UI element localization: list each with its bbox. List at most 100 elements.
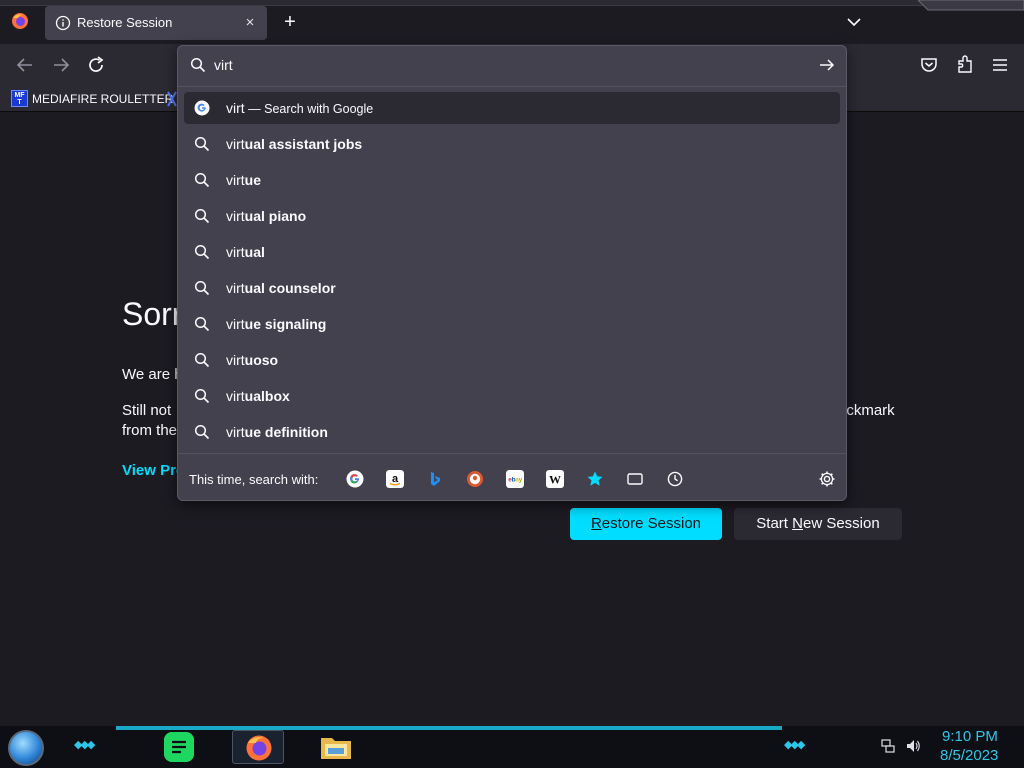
suggestion-row[interactable]: virtual counselor [184, 272, 840, 304]
start-button[interactable] [8, 730, 44, 766]
taskbar: ◆◆◆ ◆◆◆ 9:10 PM 8/5/2023 [0, 726, 1024, 768]
tab-restore-session[interactable]: Restore Session × [45, 6, 267, 40]
notes-app-icon[interactable] [164, 732, 194, 762]
search-icon [194, 280, 210, 296]
suggestion-text: virtual [226, 244, 265, 260]
taskbar-decoration-right: ◆◆◆ [784, 739, 805, 751]
suggestion-action: Search with Google [264, 102, 374, 116]
suggestion-typed: virt [226, 208, 245, 224]
google-icon [194, 100, 210, 116]
new-tab-button[interactable]: + [280, 12, 300, 32]
forward-arrow-icon[interactable] [50, 55, 72, 75]
suggestion-completion: ual piano [244, 208, 307, 224]
restore-label-after: estore Session [601, 515, 702, 532]
divider [178, 453, 846, 454]
search-icon [194, 316, 210, 332]
restore-session-button[interactable]: Restore Session [570, 508, 722, 540]
search-icon [190, 57, 206, 73]
suggestion-query: virt [226, 100, 245, 116]
start-new-label-after: ew Session [802, 515, 880, 532]
start-new-label-before: Start [756, 515, 793, 532]
suggestion-completion: ualbox [244, 388, 290, 404]
extensions-icon[interactable] [954, 55, 976, 75]
suggestion-completion: ual [244, 244, 265, 260]
volume-icon[interactable] [905, 738, 921, 754]
suggestion-row[interactable]: virtuoso [184, 344, 840, 376]
bookmarks-star-icon[interactable] [586, 470, 604, 488]
taskbar-decoration-left: ◆◆◆ [74, 739, 95, 751]
search-icon [194, 352, 210, 368]
search-icon [194, 388, 210, 404]
taskbar-firefox-button[interactable] [232, 730, 284, 764]
search-icon [194, 208, 210, 224]
start-new-session-button[interactable]: Start New Session [734, 508, 902, 540]
suggestion-row[interactable]: virtue [184, 164, 840, 196]
pocket-icon[interactable] [918, 55, 940, 75]
search-icon [194, 136, 210, 152]
search-icon [194, 172, 210, 188]
bing-icon[interactable] [426, 470, 444, 488]
svg-text:y: y [519, 477, 523, 484]
firefox-icon[interactable] [11, 12, 29, 30]
file-explorer-icon[interactable] [320, 734, 352, 760]
paragraph-2-line-2: from the [122, 422, 178, 439]
urlbar-input[interactable] [214, 55, 794, 75]
google-icon[interactable] [346, 470, 364, 488]
amazon-icon[interactable]: a [386, 470, 404, 488]
back-arrow-icon[interactable] [14, 55, 36, 75]
suggestion-row[interactable]: virtue signaling [184, 308, 840, 340]
window-frame-decoration [918, 0, 1024, 11]
clock-time[interactable]: 9:10 PM [942, 728, 998, 745]
start-new-label-accesskey: N [792, 515, 803, 532]
suggestion-text: virtualbox [226, 388, 290, 404]
info-icon [55, 15, 71, 31]
reload-icon[interactable] [86, 55, 108, 75]
suggestion-row[interactable]: virtual assistant jobs [184, 128, 840, 160]
go-arrow-icon[interactable] [818, 56, 836, 74]
suggestion-text: virt — Search with Google [226, 100, 373, 116]
close-icon[interactable]: × [241, 14, 259, 32]
svg-text:a: a [392, 473, 399, 485]
wikipedia-icon[interactable]: W [546, 470, 564, 488]
suggestion-completion: ual assistant jobs [244, 136, 363, 152]
clock-date[interactable]: 8/5/2023 [940, 747, 998, 764]
divider [178, 86, 846, 87]
svg-text:W: W [549, 473, 561, 487]
bookmark-mediafire-rouletter[interactable]: MEDIAFIRE ROULETTER [32, 92, 173, 106]
tab-strip: Restore Session × + [0, 0, 1024, 44]
urlbar-dropdown: virt — Search with Google virtual assist… [177, 45, 847, 501]
network-icon[interactable] [880, 738, 896, 754]
view-previous-sessions-link[interactable]: View Pre [122, 462, 184, 479]
suggestion-row[interactable]: virtue definition [184, 416, 840, 448]
search-icon [194, 244, 210, 260]
suggestion-typed: virt [226, 352, 245, 368]
suggestion-row[interactable]: virtual [184, 236, 840, 268]
search-icon [194, 424, 210, 440]
gear-icon[interactable] [818, 470, 836, 488]
suggestion-typed: virt [226, 136, 245, 152]
suggestion-completion: ue definition [244, 424, 328, 440]
suggestion-text: virtual assistant jobs [226, 136, 362, 152]
suggestion-completion: uoso [244, 352, 279, 368]
history-icon[interactable] [666, 470, 684, 488]
suggestion-typed: virt [226, 388, 245, 404]
tabs-icon[interactable] [626, 470, 644, 488]
duckduckgo-icon[interactable] [466, 470, 484, 488]
suggestion-text: virtue signaling [226, 316, 326, 332]
hamburger-menu-icon[interactable] [989, 55, 1011, 75]
suggestion-text: virtue definition [226, 424, 328, 440]
suggestion-row[interactable]: virtualbox [184, 380, 840, 412]
one-off-search-label: This time, search with: [189, 472, 319, 487]
suggestion-search-with-google[interactable]: virt — Search with Google [184, 92, 840, 124]
suggestion-completion: ual counselor [244, 280, 336, 296]
mediafire-favicon: MF T [11, 90, 28, 107]
suggestion-typed: virt [226, 244, 245, 260]
taskbar-accent-strip [116, 726, 782, 730]
chevron-down-icon[interactable] [845, 13, 863, 31]
suggestion-typed: virt [226, 316, 245, 332]
urlbar [178, 46, 846, 84]
suggestion-row[interactable]: virtual piano [184, 200, 840, 232]
suggestion-text: virtual counselor [226, 280, 336, 296]
ebay-icon[interactable]: e b a y [506, 470, 524, 488]
suggestion-completion: ue signaling [244, 316, 327, 332]
